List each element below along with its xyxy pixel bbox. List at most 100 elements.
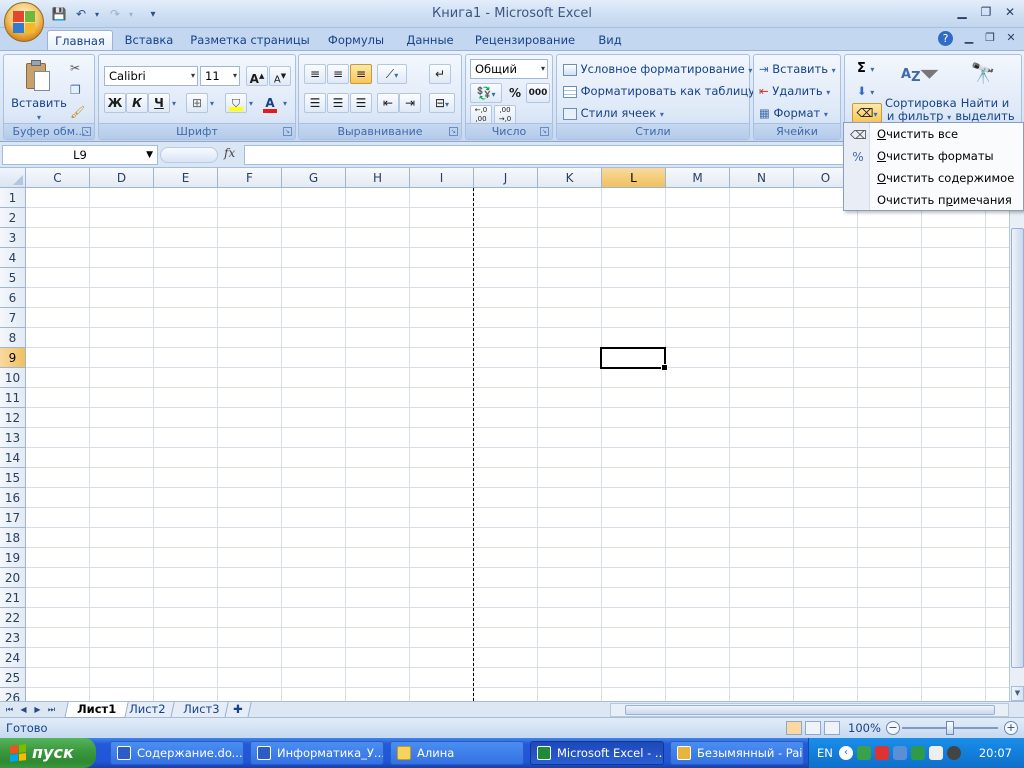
row-header-15[interactable]: 15 xyxy=(0,468,26,488)
underline-button[interactable]: Ч xyxy=(148,93,170,113)
taskbar-item-word-doc[interactable]: Содержание.do... xyxy=(110,741,244,765)
align-right-button[interactable]: ☰ xyxy=(350,93,372,113)
column-header-f[interactable]: F xyxy=(218,168,282,188)
tray-app-icon-3[interactable] xyxy=(911,746,925,760)
normal-view-button[interactable] xyxy=(786,721,802,735)
tab-review[interactable]: Рецензирование xyxy=(472,30,578,50)
column-header-c[interactable]: C xyxy=(26,168,90,188)
row-header-5[interactable]: 5 xyxy=(0,268,26,288)
fill-button[interactable]: ⬇ ▾ xyxy=(857,81,874,101)
merge-center-button[interactable]: ⊟▾ xyxy=(429,93,455,113)
vertical-scrollbar[interactable]: ▲ ▼ xyxy=(1009,168,1024,701)
menu-item-clear-formats[interactable]: % Очистить форматы xyxy=(845,146,1023,167)
zoom-slider-knob[interactable] xyxy=(946,721,954,735)
increase-indent-button[interactable]: ⇥ xyxy=(399,93,421,113)
first-sheet-arrow-icon[interactable]: ⏮ xyxy=(4,703,15,716)
office-button[interactable] xyxy=(4,2,44,42)
taskbar-item-word-doc-2[interactable]: Информатика_У... xyxy=(250,741,384,765)
last-sheet-arrow-icon[interactable]: ⏭ xyxy=(46,703,57,716)
row-header-9[interactable]: 9 xyxy=(0,348,26,368)
paste-icon[interactable] xyxy=(24,59,52,93)
autosum-button[interactable]: Σ ▾ xyxy=(857,59,874,79)
select-all-button[interactable] xyxy=(0,168,26,188)
delete-cells-button[interactable]: ⇤ Удалить ▾ xyxy=(759,81,830,101)
bold-button[interactable]: Ж xyxy=(104,93,126,113)
zoom-out-icon[interactable]: − xyxy=(886,721,900,735)
row-header-23[interactable]: 23 xyxy=(0,628,26,648)
column-header-n[interactable]: N xyxy=(730,168,794,188)
format-cells-button[interactable]: ▦ Формат ▾ xyxy=(759,103,828,123)
help-icon[interactable]: ? xyxy=(938,31,953,46)
decrease-decimal-button[interactable]: ,00 →,0 xyxy=(494,105,516,125)
workbook-minimize-button[interactable]: ▁ xyxy=(960,31,978,47)
tab-formulas[interactable]: Формулы xyxy=(322,30,390,50)
tab-data[interactable]: Данные xyxy=(400,30,460,50)
grow-font-button[interactable]: A▲ xyxy=(246,66,268,86)
decrease-indent-button[interactable]: ⇤ xyxy=(377,93,399,113)
row-header-4[interactable]: 4 xyxy=(0,248,26,268)
prev-sheet-arrow-icon[interactable]: ◀ xyxy=(18,703,29,716)
row-header-21[interactable]: 21 xyxy=(0,588,26,608)
row-header-17[interactable]: 17 xyxy=(0,508,26,528)
language-indicator[interactable]: EN xyxy=(817,746,833,760)
row-header-22[interactable]: 22 xyxy=(0,608,26,628)
row-header-8[interactable]: 8 xyxy=(0,328,26,348)
number-launcher-icon[interactable]: ↘ xyxy=(540,127,549,136)
page-break-view-button[interactable] xyxy=(824,721,840,735)
taskbar-item-folder[interactable]: Алина xyxy=(390,741,524,765)
row-header-16[interactable]: 16 xyxy=(0,488,26,508)
wrap-text-button[interactable]: ↵ xyxy=(429,64,451,84)
close-button[interactable]: ✕ xyxy=(999,4,1021,20)
maximize-button[interactable]: ❐ xyxy=(975,4,997,20)
tab-page-layout[interactable]: Разметка страницы xyxy=(190,30,310,50)
align-bottom-button[interactable]: ≡ xyxy=(350,64,372,84)
number-format-box[interactable]: Общий ▾ xyxy=(470,59,548,79)
page-layout-view-button[interactable] xyxy=(805,721,821,735)
copy-icon[interactable]: ❐ xyxy=(70,83,81,97)
row-header-26[interactable]: 26 xyxy=(0,688,26,701)
underline-dropdown-icon[interactable]: ▾ xyxy=(172,99,176,108)
insert-cells-button[interactable]: ⇥ Вставить ▾ xyxy=(759,59,836,79)
row-header-2[interactable]: 2 xyxy=(0,208,26,228)
start-button[interactable]: пуск xyxy=(0,738,96,768)
paste-button[interactable]: Вставить ▾ xyxy=(6,97,72,124)
row-header-24[interactable]: 24 xyxy=(0,648,26,668)
tray-expand-icon[interactable]: ‹ xyxy=(839,746,853,760)
zoom-level[interactable]: 100% xyxy=(848,721,881,735)
column-header-l[interactable]: L xyxy=(602,168,666,188)
tab-view[interactable]: Вид xyxy=(590,30,630,50)
tab-home[interactable]: Главная xyxy=(47,30,113,50)
minimize-button[interactable]: ▁ xyxy=(951,4,973,20)
tray-app-icon-4[interactable] xyxy=(947,746,961,760)
italic-button[interactable]: К xyxy=(126,93,148,113)
tray-app-icon-2[interactable] xyxy=(893,746,907,760)
column-header-k[interactable]: K xyxy=(538,168,602,188)
column-header-i[interactable]: I xyxy=(410,168,474,188)
conditional-formatting-button[interactable]: Условное форматирование ▾ xyxy=(563,59,752,79)
clear-button[interactable]: ⌫▾ xyxy=(852,103,882,123)
vertical-scroll-thumb[interactable] xyxy=(1011,228,1024,668)
align-top-button[interactable]: ≡ xyxy=(304,64,326,84)
font-name-box[interactable]: Calibri ▾ xyxy=(104,66,198,86)
row-header-11[interactable]: 11 xyxy=(0,388,26,408)
orientation-button[interactable]: ⟋▾ xyxy=(377,64,407,84)
menu-item-clear-comments[interactable]: Очистить примечания xyxy=(845,190,1023,211)
font-color-dropdown-icon[interactable]: ▾ xyxy=(283,99,287,108)
borders-button[interactable]: ⊞ xyxy=(186,93,208,113)
column-header-d[interactable]: D xyxy=(90,168,154,188)
tray-network-icon[interactable] xyxy=(875,746,889,760)
tray-volume-icon[interactable] xyxy=(929,746,943,760)
taskbar-item-excel[interactable]: Microsoft Excel - ... xyxy=(530,741,664,765)
tab-insert[interactable]: Вставка xyxy=(118,30,180,50)
align-left-button[interactable]: ☰ xyxy=(304,93,326,113)
workbook-restore-button[interactable]: ❐ xyxy=(981,31,999,47)
borders-dropdown-icon[interactable]: ▾ xyxy=(210,99,214,108)
next-sheet-arrow-icon[interactable]: ▶ xyxy=(32,703,43,716)
sheet-tab-1[interactable]: Лист1 xyxy=(64,702,129,718)
font-launcher-icon[interactable]: ↘ xyxy=(283,127,292,136)
fill-color-dropdown-icon[interactable]: ▾ xyxy=(249,99,253,108)
increase-decimal-button[interactable]: ←,0,00 xyxy=(470,105,492,125)
shrink-font-button[interactable]: A▼ xyxy=(269,66,291,86)
row-header-12[interactable]: 12 xyxy=(0,408,26,428)
fill-color-button[interactable]: ⛉ xyxy=(225,93,247,113)
